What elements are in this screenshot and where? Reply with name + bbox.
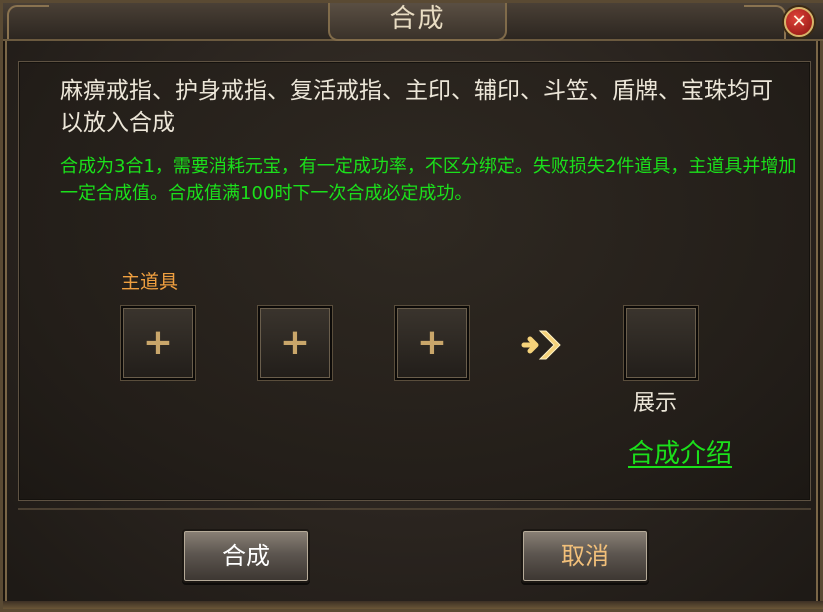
plus-icon: + [142, 322, 174, 363]
plus-icon: + [279, 322, 311, 363]
title-bar: 合成 ✕ [3, 3, 823, 41]
close-icon: ✕ [791, 11, 807, 32]
cancel-button[interactable]: 取消 [521, 529, 649, 583]
result-slot [624, 306, 698, 380]
divider [18, 508, 811, 510]
title-plate: 合成 [328, 3, 507, 41]
main-item-label: 主道具 [121, 271, 179, 293]
result-label: 展示 [633, 391, 678, 416]
rules-note: 合成为3合1，需要消耗元宝，有一定成功率，不区分绑定。失败损失2件道具，主道具并… [60, 156, 797, 204]
bottom-border [3, 601, 823, 609]
close-button[interactable]: ✕ [784, 7, 814, 37]
title-ornament-left [7, 5, 49, 39]
synthesis-intro-link[interactable]: 合成介绍 [628, 437, 732, 471]
synthesis-dialog: 合成 ✕ 麻痹戒指、护身戒指、复活戒指、主印、辅印、斗笠、盾牌、宝珠均可以放入合… [0, 0, 823, 612]
plus-icon: + [416, 322, 448, 363]
description-text: 麻痹戒指、护身戒指、复活戒指、主印、辅印、斗笠、盾牌、宝珠均可以放入合成 [60, 78, 773, 136]
synthesize-button[interactable]: 合成 [182, 529, 310, 583]
dialog-title: 合成 [389, 4, 446, 34]
material-slot-1[interactable]: + [258, 306, 332, 380]
arrow-right-icon [521, 330, 561, 360]
material-slot-2[interactable]: + [395, 306, 469, 380]
main-item-slot[interactable]: + [121, 306, 195, 380]
title-ornament-right [744, 5, 786, 39]
